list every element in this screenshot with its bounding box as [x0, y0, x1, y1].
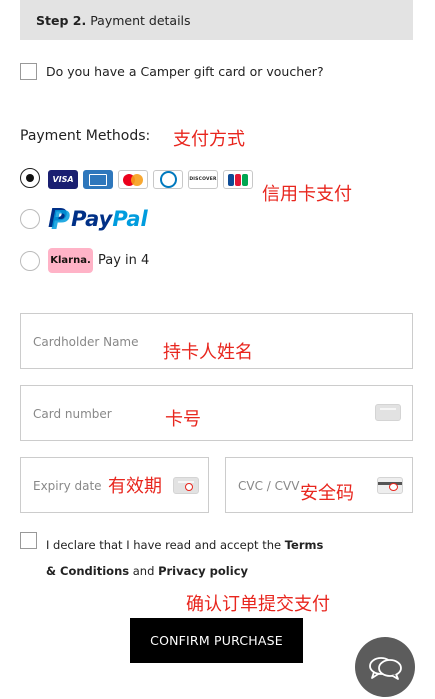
annotation-credit-card: 信用卡支付 [262, 184, 352, 205]
card-number-field[interactable]: Card number [20, 385, 413, 441]
klarna-pay-in-4-label[interactable]: Pay in 4 [98, 253, 149, 268]
chat-button[interactable] [355, 637, 415, 697]
declaration-text: I declare that I have read and accept th… [46, 532, 336, 584]
expiry-card-icon [173, 477, 199, 494]
step-header: Step 2. Payment details [20, 0, 413, 40]
annotation-payment-methods: 支付方式 [173, 129, 245, 150]
paypal-text-pay: Pay [71, 207, 113, 231]
radio-credit-card[interactable] [20, 168, 40, 188]
step-title: Payment details [90, 12, 191, 28]
annotation-card-number: 卡号 [165, 409, 201, 430]
confirm-purchase-button[interactable]: CONFIRM PURCHASE [130, 618, 303, 663]
annotation-expiry: 有效期 [108, 476, 162, 497]
diners-club-icon [153, 170, 183, 189]
radio-klarna[interactable] [20, 251, 40, 271]
declaration-prefix: I declare that I have read and accept th… [46, 538, 285, 552]
annotation-cardholder: 持卡人姓名 [163, 342, 253, 363]
visa-icon: VISA [48, 170, 78, 189]
annotation-confirm: 确认订单提交支付 [186, 594, 330, 615]
paypal-logo[interactable]: P PayPal [48, 205, 148, 234]
card-number-placeholder: Card number [33, 407, 112, 421]
annotation-cvc: 安全码 [300, 483, 354, 504]
gift-card-checkbox[interactable] [20, 63, 37, 80]
privacy-policy-link[interactable]: Privacy policy [158, 564, 248, 578]
expiry-date-placeholder: Expiry date [33, 479, 102, 493]
paypal-p-icon: P [48, 206, 70, 234]
cardholder-name-placeholder: Cardholder Name [33, 335, 139, 349]
jcb-icon [223, 170, 253, 189]
amex-icon [83, 170, 113, 189]
chat-bubbles-icon [369, 657, 402, 680]
mastercard-icon [118, 170, 148, 189]
declaration-and: and [129, 564, 159, 578]
radio-paypal[interactable] [20, 209, 40, 229]
payment-methods-label: Payment Methods: [20, 128, 151, 144]
discover-icon: DISCOVER [188, 170, 218, 189]
paypal-text-pal: Pal [112, 207, 148, 231]
cvc-card-icon [377, 477, 403, 494]
cvc-placeholder: CVC / CVV [238, 479, 300, 493]
gift-card-label[interactable]: Do you have a Camper gift card or vouche… [46, 64, 324, 79]
klarna-logo: Klarna. [48, 248, 93, 273]
card-icon [375, 404, 401, 421]
step-number: Step 2. [36, 12, 87, 28]
declaration-checkbox[interactable] [20, 532, 37, 549]
